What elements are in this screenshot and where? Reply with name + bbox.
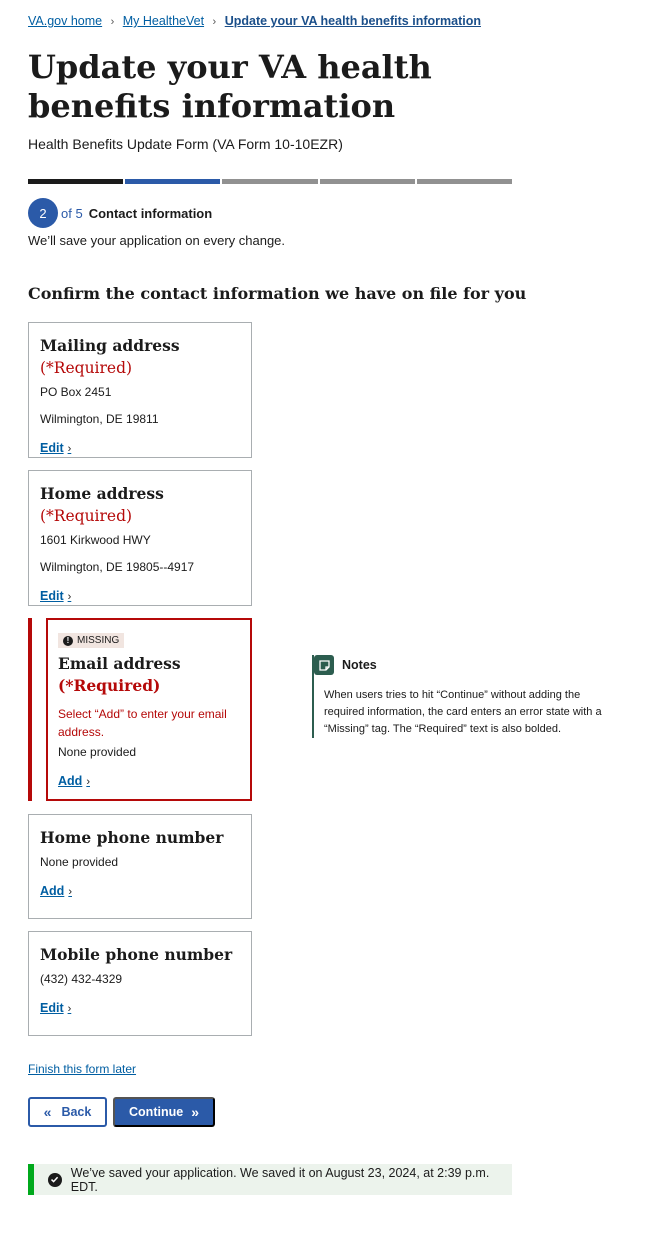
chevron-right-icon: › bbox=[86, 776, 90, 788]
notes-header: Notes bbox=[314, 655, 604, 675]
edit-mailing-address-link[interactable]: Edit › bbox=[40, 441, 71, 455]
progress-segment-2 bbox=[125, 179, 221, 184]
required-label: (*Required) bbox=[40, 507, 133, 525]
email-address-card: ! MISSING Email address (*Required) Sele… bbox=[46, 618, 252, 801]
mobile-phone-value: (432) 432-4329 bbox=[40, 972, 123, 986]
progress-segment-3 bbox=[222, 179, 318, 184]
card-title: Home address (*Required) bbox=[40, 483, 240, 527]
progress-segment-4 bbox=[319, 179, 415, 184]
continue-label: Continue bbox=[129, 1105, 184, 1119]
address-line-2: Wilmington, DE 19811 bbox=[40, 412, 159, 426]
card-title-text: Home address bbox=[40, 484, 164, 503]
section-heading: Confirm the contact information we have … bbox=[28, 284, 527, 303]
card-title: Mailing address (*Required) bbox=[40, 335, 240, 379]
error-indicator-bar bbox=[28, 618, 32, 801]
edit-label: Edit bbox=[40, 589, 64, 603]
success-alert: We’ve saved your application. We saved i… bbox=[28, 1164, 512, 1195]
card-title: Home phone number bbox=[40, 828, 224, 847]
double-chevron-left-icon: « bbox=[43, 1104, 52, 1120]
step-of-total: of 5 bbox=[61, 205, 83, 221]
edit-label: Edit bbox=[40, 441, 64, 455]
card-title-text: Mailing address bbox=[40, 336, 180, 355]
breadcrumb-va-home[interactable]: VA.gov home bbox=[28, 14, 102, 28]
edit-mobile-phone-link[interactable]: Edit › bbox=[40, 1001, 71, 1015]
exclamation-circle-icon: ! bbox=[63, 635, 73, 646]
back-button[interactable]: « Back bbox=[28, 1097, 107, 1127]
add-label: Add bbox=[40, 884, 65, 898]
card-title: Mobile phone number bbox=[40, 945, 233, 964]
page-subtitle: Health Benefits Update Form (VA Form 10-… bbox=[28, 136, 343, 152]
notes-title: Notes bbox=[342, 658, 377, 672]
double-chevron-right-icon: » bbox=[191, 1104, 199, 1120]
add-home-phone-link[interactable]: Add › bbox=[40, 884, 72, 898]
add-label: Add bbox=[58, 774, 83, 788]
breadcrumb-current[interactable]: Update your VA health benefits informati… bbox=[225, 14, 481, 28]
card-title: Email address (*Required) bbox=[58, 653, 240, 697]
step-label: Contact information bbox=[88, 205, 213, 221]
notes-body: When users tries to hit “Continue” witho… bbox=[324, 689, 602, 735]
notes-annotation: Notes When users tries to hit “Continue”… bbox=[312, 655, 604, 738]
note-icon bbox=[314, 655, 334, 675]
address-line-1: PO Box 2451 bbox=[40, 385, 112, 399]
check-circle-icon bbox=[48, 1172, 62, 1187]
page-title: Update your VA health benefits informati… bbox=[28, 48, 432, 125]
breadcrumb-separator-icon: › bbox=[110, 16, 115, 28]
breadcrumb-my-healthevet[interactable]: My HealtheVet bbox=[123, 14, 204, 28]
edit-home-address-link[interactable]: Edit › bbox=[40, 589, 71, 603]
mailing-address-card: Mailing address (*Required) PO Box 2451 … bbox=[28, 322, 252, 458]
saved-message: We’ve saved your application. We saved i… bbox=[70, 1165, 490, 1194]
finish-later-link[interactable]: Finish this form later bbox=[28, 1062, 136, 1076]
autosave-note: We’ll save your application on every cha… bbox=[28, 233, 286, 248]
home-phone-card: Home phone number None provided Add › bbox=[28, 814, 252, 919]
chevron-right-icon: › bbox=[67, 1003, 72, 1015]
missing-tag: ! MISSING bbox=[58, 633, 125, 648]
chevron-right-icon: › bbox=[68, 886, 72, 898]
progress-segment-1 bbox=[28, 179, 124, 184]
breadcrumb: VA.gov home › My HealtheVet › Update you… bbox=[28, 14, 481, 28]
required-label: (*Required) bbox=[58, 676, 161, 695]
email-value: None provided bbox=[58, 745, 137, 759]
home-address-card: Home address (*Required) 1601 Kirkwood H… bbox=[28, 470, 252, 606]
edit-label: Edit bbox=[40, 1001, 64, 1015]
progress-segment-5 bbox=[416, 179, 513, 184]
progress-bar bbox=[28, 179, 513, 184]
card-title-text: Email address bbox=[58, 654, 181, 673]
chevron-right-icon: › bbox=[67, 591, 72, 603]
back-label: Back bbox=[61, 1105, 92, 1119]
chevron-right-icon: › bbox=[67, 443, 72, 455]
address-line-1: 1601 Kirkwood HWY bbox=[40, 533, 151, 547]
address-line-2: Wilmington, DE 19805--4917 bbox=[40, 560, 195, 574]
error-message: Select “Add” to enter your email address… bbox=[58, 707, 227, 739]
continue-button[interactable]: Continue » bbox=[113, 1097, 215, 1127]
home-phone-value: None provided bbox=[40, 855, 119, 869]
mobile-phone-card: Mobile phone number (432) 432-4329 Edit › bbox=[28, 931, 252, 1036]
step-indicator: 2 of 5 Contact information bbox=[28, 198, 212, 228]
breadcrumb-separator-icon: › bbox=[212, 16, 217, 28]
add-email-link[interactable]: Add › bbox=[58, 774, 90, 788]
required-label: (*Required) bbox=[40, 359, 133, 377]
step-number-badge: 2 bbox=[28, 198, 58, 228]
missing-tag-label: MISSING bbox=[77, 635, 120, 646]
